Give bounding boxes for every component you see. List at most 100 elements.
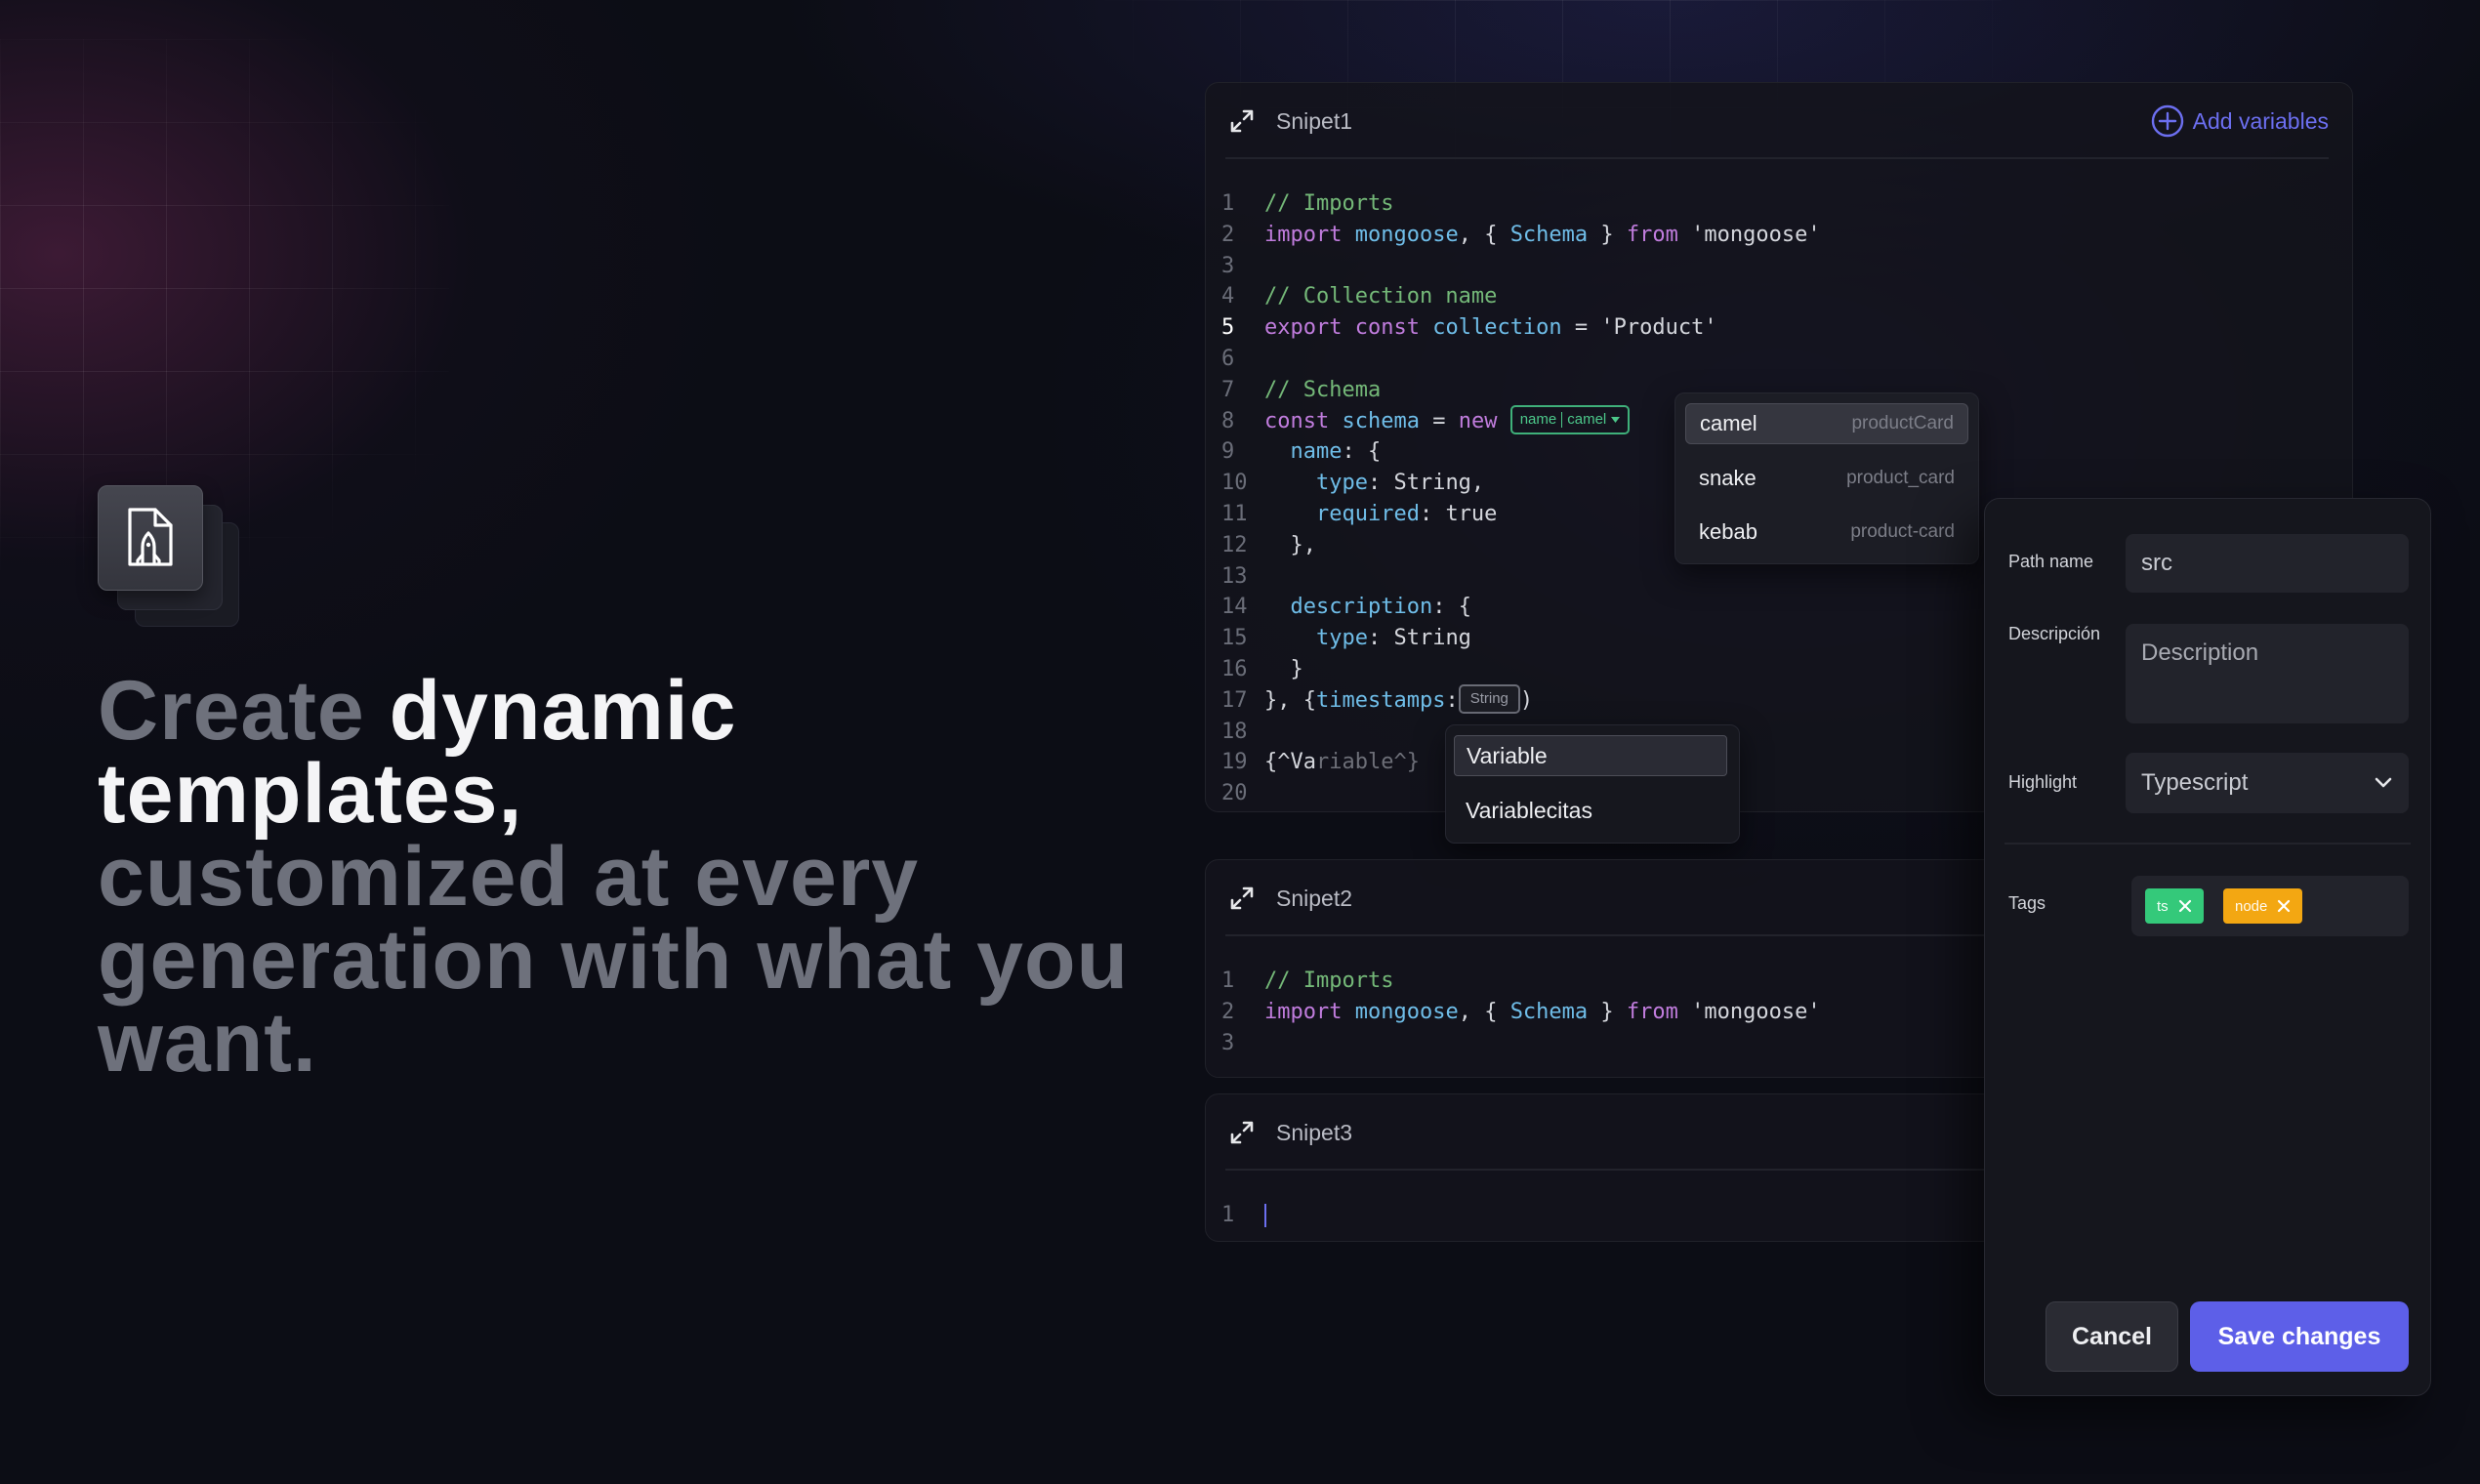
code-comment: // Schema [1264,377,1382,402]
code-autocomplete-ghost: riable^} [1315,750,1420,775]
code-identifier: mongoose [1354,999,1459,1024]
code-comment: // Imports [1264,969,1394,993]
code-punct: , { [1458,999,1510,1024]
line-number: 2 [1221,222,1235,247]
code-identifier: Schema [1509,999,1589,1024]
tag-label: ts [2157,897,2169,915]
rocket-file-icon [98,485,203,591]
variable-case-chip[interactable]: name camel [1509,404,1631,434]
close-icon[interactable] [2277,899,2291,913]
code-punct: ) [1519,687,1534,713]
expand-arrows-icon[interactable] [1229,108,1255,134]
tag-ts: ts [2145,888,2204,924]
case-option-name: snake [1699,466,1757,490]
line-number: 14 [1221,595,1248,620]
snippet-header-1: Snipet1 Add variables [1206,83,2352,159]
code-comment: // Collection name [1264,284,1498,309]
line-number: 16 [1221,656,1248,681]
line-number: 4 [1221,284,1235,309]
code-keyword: export [1264,315,1343,341]
cancel-button[interactable]: Cancel [2046,1301,2178,1372]
tag-label: node [2235,897,2268,915]
line-number: 13 [1221,563,1248,589]
add-variables-button[interactable]: Add variables [2150,103,2329,140]
line-number: 19 [1221,750,1248,775]
line-number: 2 [1221,999,1235,1024]
line-number: 11 [1221,501,1248,526]
code-line: 2 import mongoose, { Schema } from 'mongo… [1221,220,2335,251]
description-placeholder: Description [2141,639,2259,666]
code-line: 1 // Imports [1221,188,2335,220]
plus-circle-icon [2151,104,2183,138]
code-identifier: collection [1432,315,1562,341]
case-option-camel[interactable]: camel productCard [1685,403,1968,444]
line-number-active: 5 [1221,315,1235,341]
case-option-example: product_card [1846,468,1955,488]
case-option-name: camel [1700,411,1757,435]
chip-case-value: camel [1567,410,1607,428]
line-number: 10 [1221,471,1248,496]
code-keyword: from [1626,222,1678,247]
code-line: 6 [1221,344,2335,375]
code-punct: }, { [1264,687,1316,713]
line-number: 12 [1221,532,1248,557]
save-changes-button[interactable]: Save changes [2190,1301,2409,1372]
code-identifier: required [1315,501,1420,526]
snippet-title-1[interactable]: Snipet1 [1276,108,1352,135]
code-punct: = [1419,408,1459,433]
line-number: 3 [1221,253,1235,278]
highlight-value: Typescript [2141,769,2249,796]
panel-divider [2005,843,2411,845]
path-name-label: Path name [2008,552,2094,571]
code-keyword: import [1264,999,1343,1024]
snippet-title-3[interactable]: Snipet3 [1276,1120,1352,1146]
code-line-active: 5 export const collection = 'Product' [1221,312,2335,344]
case-option-snake[interactable]: snake product_card [1685,458,1968,499]
tags-label: Tags [2008,893,2046,913]
text-cursor [1264,1204,1266,1227]
path-name-input[interactable]: src [2126,534,2409,593]
code-line: 4 // Collection name [1221,281,2335,312]
code-punct: : [1445,687,1459,713]
expand-arrows-icon[interactable] [1229,886,1255,911]
line-number: 1 [1221,1203,1235,1227]
chevron-down-icon [1611,416,1621,423]
case-option-example: product-card [1850,521,1955,542]
highlight-select[interactable]: Typescript [2126,753,2409,813]
code-keyword: new [1458,408,1498,433]
headline-part-1: Create [98,664,390,758]
code-punct: } [1588,999,1627,1024]
snippet-title-2[interactable]: Snipet2 [1276,886,1352,912]
case-option-name: kebab [1699,519,1757,544]
code-identifier: schema [1342,408,1420,433]
chevron-down-icon [2375,777,2392,788]
code-keyword: const [1354,315,1420,341]
line-number: 3 [1221,1030,1235,1055]
code-punct: }, [1290,532,1317,557]
path-name-value: src [2141,550,2172,576]
code-punct: } [1588,222,1627,247]
code-string: 'mongoose' [1677,222,1821,247]
code-identifier: timestamps [1315,687,1446,713]
code-keyword: const [1264,408,1330,433]
code-comment: // Imports [1264,191,1394,216]
expand-arrows-icon[interactable] [1229,1120,1255,1145]
type-chip-string[interactable]: String [1458,683,1520,714]
case-option-kebab[interactable]: kebab product-card [1685,512,1968,553]
chip-separator [1561,411,1563,428]
description-label: Descripción [2008,624,2101,643]
close-icon[interactable] [2178,899,2192,913]
tags-input[interactable]: ts node [2131,876,2409,936]
description-input[interactable]: Description [2126,624,2409,723]
app-stage: Create dynamic templates, customized at … [0,0,2480,1484]
code-punct: : { [1432,595,1471,620]
code-punct: : String [1367,626,1471,651]
variable-option[interactable]: Variable [1454,735,1727,776]
line-number: 17 [1221,687,1248,713]
line-number: 1 [1221,969,1235,993]
snippet-settings-panel: Path name src Descripción Description Hi… [1984,498,2431,1396]
case-format-menu: camel productCard snake product_card keb… [1674,392,1979,564]
variable-option[interactable]: Variablecitas [1454,790,1731,831]
chip-variable-name: name [1519,410,1557,428]
highlight-label: Highlight [2008,772,2078,792]
